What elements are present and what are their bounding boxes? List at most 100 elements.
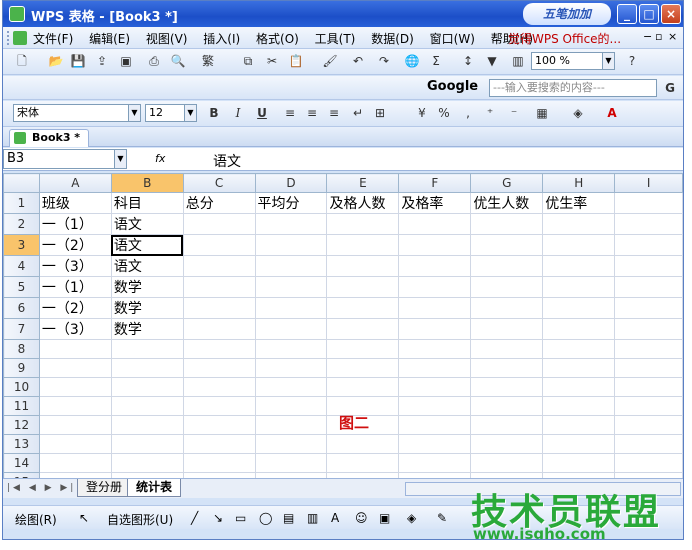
grid-cell[interactable] (470, 377, 544, 397)
grid-cell[interactable] (398, 453, 472, 473)
grid-cell[interactable] (182, 339, 256, 359)
grid-cell[interactable]: 科目 (110, 192, 184, 214)
grid-cell[interactable] (470, 434, 544, 454)
menu-insert[interactable]: 插入(I) (203, 32, 240, 46)
column-header[interactable]: H (542, 173, 616, 193)
grid-cell[interactable] (182, 318, 256, 340)
grid-cell[interactable]: 数学 (110, 318, 184, 340)
promo-link[interactable]: 觉得WPS Office的... (508, 30, 621, 47)
line-icon[interactable]: ╱ (191, 511, 198, 525)
grid-cell[interactable] (470, 396, 544, 416)
grid-cell[interactable] (614, 255, 683, 277)
grid-cell[interactable] (470, 415, 544, 435)
underline-button[interactable]: U (253, 104, 271, 122)
save-icon[interactable]: 💾 (69, 52, 87, 70)
currency-icon[interactable]: ¥ (413, 104, 431, 122)
help-icon[interactable]: ? (623, 52, 641, 70)
grid-cell[interactable]: 语文 (110, 234, 184, 256)
fx-button[interactable]: fx (155, 152, 165, 165)
size-select[interactable]: 12 ▼ (145, 104, 197, 122)
grid-cell[interactable] (470, 358, 544, 378)
grid-cell[interactable] (110, 453, 184, 473)
chevron-down-icon[interactable]: ▼ (114, 150, 126, 168)
row-header[interactable]: 13 (3, 434, 40, 454)
grid-cell[interactable] (542, 358, 616, 378)
grid-cell[interactable]: 一（3） (38, 318, 112, 340)
fill-color-icon[interactable]: ◈ (569, 104, 587, 122)
column-header[interactable]: C (182, 173, 256, 193)
close-button[interactable]: × (661, 4, 681, 24)
chart-icon[interactable]: ▥ (509, 52, 527, 70)
paste-icon[interactable]: 📋 (287, 52, 305, 70)
grid-cell[interactable] (614, 396, 683, 416)
grid-cell[interactable] (470, 255, 544, 277)
grid-cell[interactable] (182, 297, 256, 319)
filter-icon[interactable]: ▼ (483, 52, 501, 70)
grid-cell[interactable]: 总分 (182, 192, 256, 214)
menu-tools[interactable]: 工具(T) (315, 32, 356, 46)
chevron-down-icon[interactable]: ▼ (602, 53, 614, 69)
grid-cell[interactable]: 优生率 (542, 192, 616, 214)
pdf-icon[interactable]: ▣ (117, 52, 135, 70)
grid-cell[interactable] (542, 255, 616, 277)
align-left-icon[interactable]: ≡ (281, 104, 299, 122)
grid-cell[interactable] (254, 415, 328, 435)
grid-cell[interactable] (542, 339, 616, 359)
hyperlink-icon[interactable]: 🌐 (403, 52, 421, 70)
grid-cell[interactable] (542, 234, 616, 256)
grid-cell[interactable]: 语文 (110, 255, 184, 277)
menu-data[interactable]: 数据(D) (371, 32, 414, 46)
grid-cell[interactable] (470, 213, 544, 235)
grid-cell[interactable] (38, 396, 112, 416)
grid-cell[interactable] (470, 234, 544, 256)
column-header[interactable]: B (110, 173, 184, 193)
column-header[interactable]: G (470, 173, 544, 193)
grid-cell[interactable] (614, 276, 683, 298)
grid-cell[interactable] (398, 255, 472, 277)
copy-icon[interactable]: ⧉ (239, 52, 257, 70)
grid-cell[interactable] (542, 276, 616, 298)
grid-cell[interactable] (254, 377, 328, 397)
grid-cell[interactable] (38, 339, 112, 359)
grid-cell[interactable]: 语文 (110, 213, 184, 235)
sheet-nav-icons[interactable]: |◀ ◀ ▶ ▶| (7, 483, 76, 493)
grid-cell[interactable]: 及格人数 (326, 192, 400, 214)
mdi-minimize-button[interactable]: − (643, 30, 652, 43)
grid-cell[interactable] (614, 297, 683, 319)
textbox-icon[interactable]: ▤ (283, 511, 294, 525)
grid-cell[interactable] (326, 213, 400, 235)
print-icon[interactable]: ⎙ (145, 52, 163, 70)
row-header[interactable]: 5 (3, 276, 40, 298)
format-painter-icon[interactable]: 🖌 (321, 52, 339, 70)
grid-cell[interactable]: 一（3） (38, 255, 112, 277)
grid-cell[interactable] (326, 255, 400, 277)
grid-cell[interactable] (326, 339, 400, 359)
grid-cell[interactable] (542, 434, 616, 454)
chevron-down-icon[interactable]: ▼ (128, 105, 140, 121)
grid-cell[interactable] (254, 213, 328, 235)
undo-icon[interactable]: ↶ (349, 52, 367, 70)
grid-cell[interactable] (614, 415, 683, 435)
redo-icon[interactable]: ↷ (375, 52, 393, 70)
italic-button[interactable]: I (229, 104, 247, 122)
grid-cell[interactable] (254, 318, 328, 340)
grid-cell[interactable] (614, 192, 683, 214)
grid-cell[interactable] (326, 234, 400, 256)
fill-bucket-icon[interactable]: ◈ (407, 511, 416, 525)
grid-cell[interactable] (542, 396, 616, 416)
export-icon[interactable]: ⇪ (93, 52, 111, 70)
draw-menu[interactable]: 绘图(R) (15, 511, 57, 528)
grid-cell[interactable] (182, 377, 256, 397)
column-header[interactable]: E (326, 173, 400, 193)
grid-cell[interactable] (326, 358, 400, 378)
grid-cell[interactable] (614, 213, 683, 235)
grid-cell[interactable] (182, 415, 256, 435)
minimize-button[interactable]: _ (617, 4, 637, 24)
grid-cell[interactable] (398, 434, 472, 454)
zoom-select[interactable]: 100 % ▼ (531, 52, 615, 70)
grid-cell[interactable] (398, 377, 472, 397)
grid-cell[interactable] (254, 276, 328, 298)
rectangle-icon[interactable]: ▭ (235, 511, 246, 525)
grid-cell[interactable] (470, 318, 544, 340)
title-bar[interactable]: WPS 表格 - [Book3 *] 五笔加加 _ □ × (3, 1, 683, 27)
